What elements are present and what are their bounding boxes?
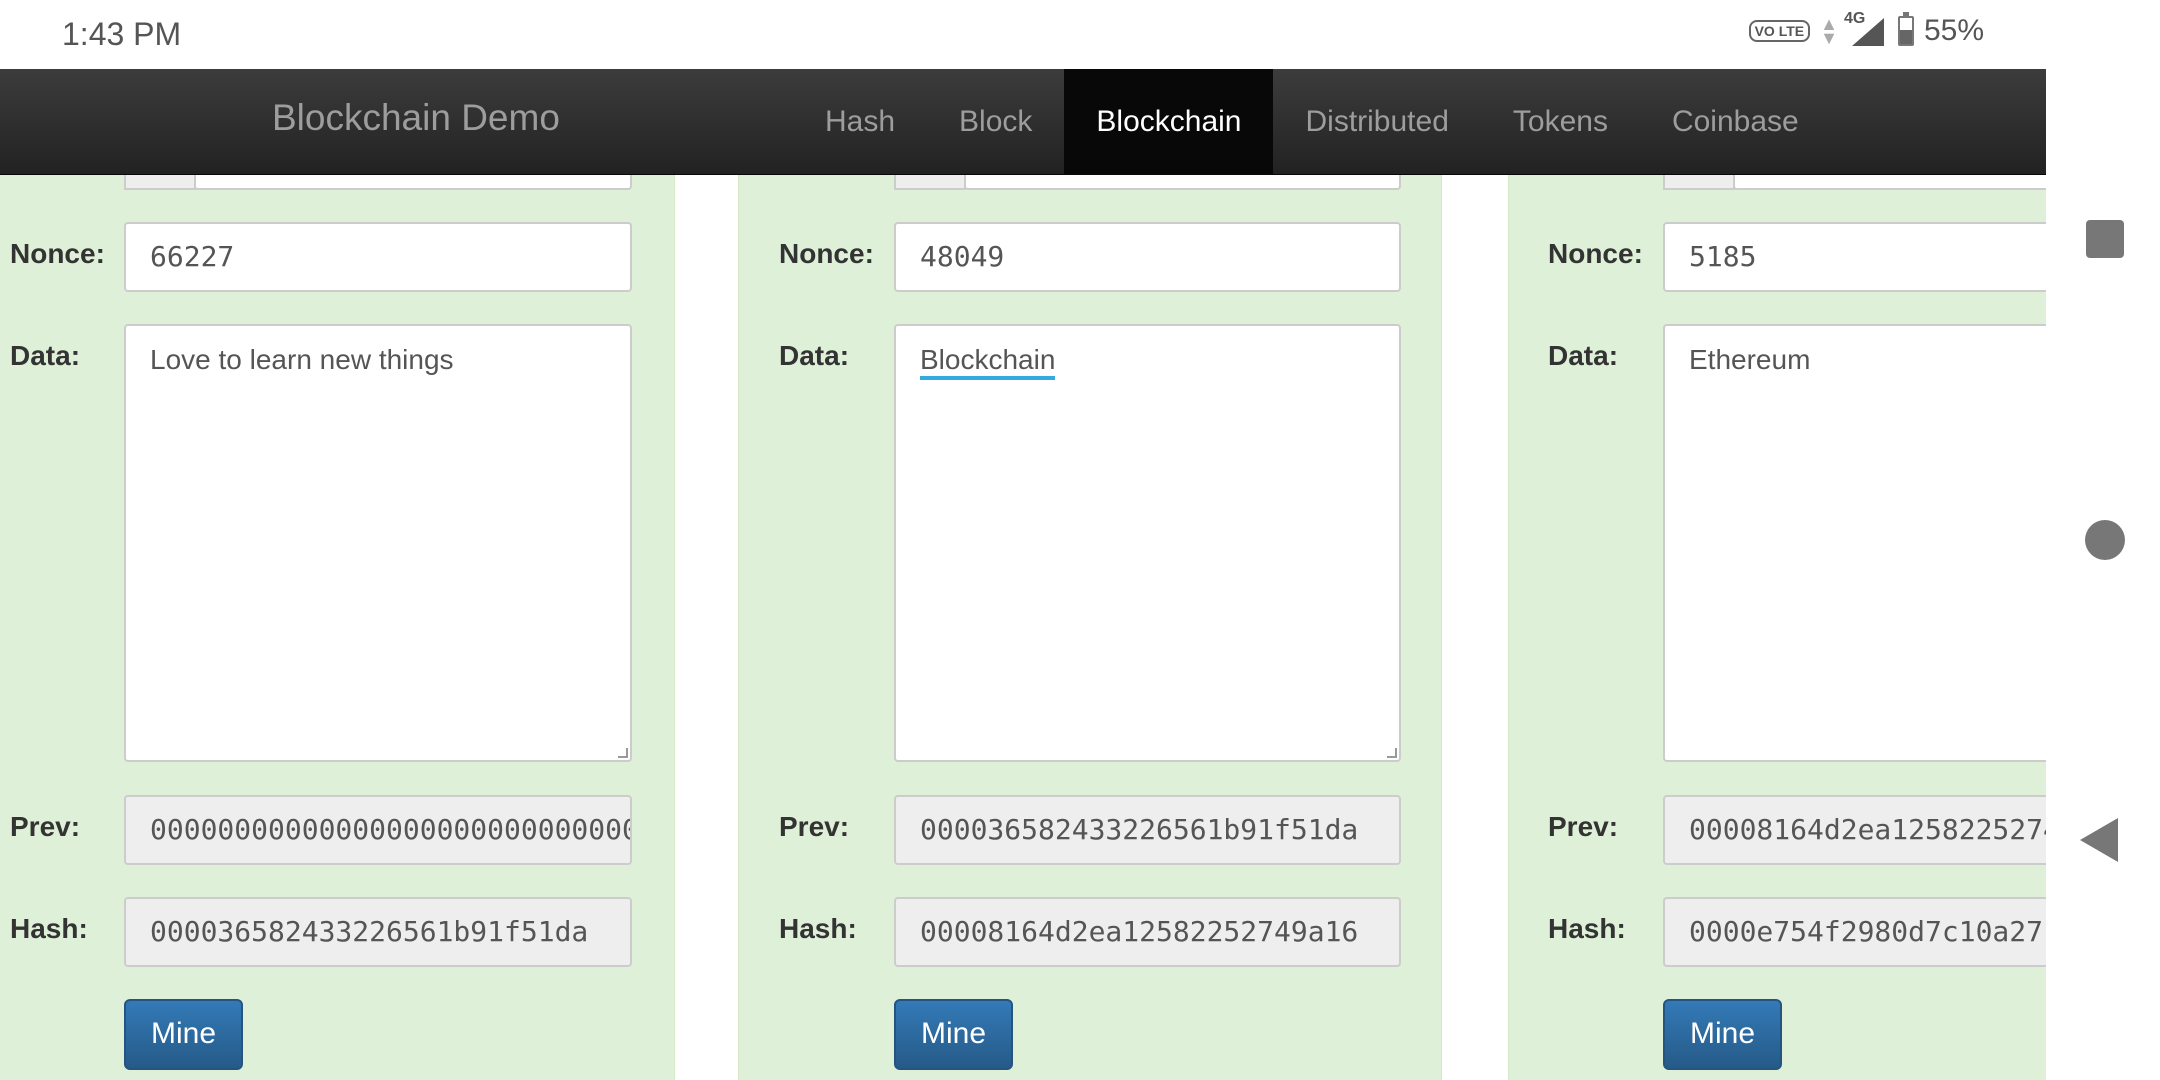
top-navbar: Blockchain Demo Hash Block Blockchain Di… bbox=[0, 69, 2046, 175]
battery-icon bbox=[1897, 12, 1914, 46]
prev-hash-field: 0000000000000000000000000000000000000000… bbox=[124, 795, 632, 865]
network-type-label: 4G bbox=[1843, 10, 1866, 27]
nav-item-tokens[interactable]: Tokens bbox=[1481, 69, 1640, 175]
hash-label: Hash: bbox=[1548, 913, 1626, 944]
hash-label: Hash: bbox=[779, 913, 857, 944]
prev-label: Prev: bbox=[779, 811, 850, 842]
block-number-field[interactable] bbox=[964, 175, 1401, 190]
signal-icon: 4G bbox=[1844, 10, 1888, 48]
data-text: Blockchain bbox=[920, 344, 1056, 380]
block-number-field[interactable] bbox=[194, 175, 632, 190]
data-activity-icon: ▲ ▼ bbox=[1820, 14, 1838, 48]
back-icon[interactable] bbox=[2080, 818, 2118, 862]
resize-handle-icon[interactable] bbox=[1387, 748, 1397, 758]
block-number-addon bbox=[124, 175, 196, 190]
prev-label: Prev: bbox=[1548, 811, 1619, 842]
nonce-input[interactable]: 5185 bbox=[1663, 222, 2046, 292]
hash-field: 000036582433226561b91f51da bbox=[124, 897, 632, 967]
nav-menu: Hash Block Blockchain Distributed Tokens… bbox=[793, 69, 1831, 175]
battery-level-fill bbox=[1899, 29, 1912, 44]
data-textarea[interactable]: Blockchain bbox=[894, 324, 1401, 762]
blockchain-content: Nonce: 66227 Data: Love to learn new thi… bbox=[0, 175, 2046, 1080]
recent-apps-icon[interactable] bbox=[2086, 220, 2124, 258]
data-textarea[interactable]: Love to learn new things bbox=[124, 324, 632, 762]
volte-icon: VO LTE bbox=[1748, 20, 1811, 42]
status-bar: 1:43 PM VO LTE ▲ ▼ 4G 55% bbox=[0, 0, 2046, 69]
nonce-label: Nonce: bbox=[1548, 238, 1643, 269]
block-number-addon bbox=[1663, 175, 1735, 190]
nav-item-coinbase[interactable]: Coinbase bbox=[1640, 69, 1831, 175]
prev-hash-field: 000036582433226561b91f51da bbox=[894, 795, 1401, 865]
status-time: 1:43 PM bbox=[62, 16, 182, 52]
data-text: Love to learn new things bbox=[150, 344, 454, 375]
data-label: Data: bbox=[1548, 340, 1619, 371]
nav-item-hash[interactable]: Hash bbox=[793, 69, 927, 175]
status-icons: VO LTE ▲ ▼ 4G 55% bbox=[1748, 10, 1984, 48]
nav-item-distributed[interactable]: Distributed bbox=[1273, 69, 1480, 175]
prev-hash-field: 00008164d2ea12582252749a16 bbox=[1663, 795, 2046, 865]
hash-field: 0000e754f2980d7c10a27 bbox=[1663, 897, 2046, 967]
data-label: Data: bbox=[779, 340, 850, 371]
nonce-input[interactable]: 66227 bbox=[124, 222, 632, 292]
nav-item-blockchain[interactable]: Blockchain bbox=[1064, 69, 1274, 175]
block-number-field[interactable] bbox=[1733, 175, 2046, 190]
brand-link[interactable]: Blockchain Demo bbox=[272, 97, 560, 139]
block-number-addon bbox=[894, 175, 966, 190]
nav-item-block[interactable]: Block bbox=[927, 69, 1064, 175]
nonce-label: Nonce: bbox=[779, 238, 874, 269]
resize-handle-icon[interactable] bbox=[618, 748, 628, 758]
mine-button[interactable]: Mine bbox=[894, 999, 1013, 1070]
battery-percent: 55% bbox=[1923, 14, 1984, 47]
data-label: Data: bbox=[10, 340, 81, 371]
data-textarea[interactable]: Ethereum bbox=[1663, 324, 2046, 762]
data-text: Ethereum bbox=[1689, 344, 1811, 375]
nonce-label: Nonce: bbox=[10, 238, 105, 269]
mine-button[interactable]: Mine bbox=[124, 999, 243, 1070]
nonce-input[interactable]: 48049 bbox=[894, 222, 1401, 292]
hash-label: Hash: bbox=[10, 913, 88, 944]
hash-field: 00008164d2ea12582252749a16 bbox=[894, 897, 1401, 967]
prev-label: Prev: bbox=[10, 811, 81, 842]
mine-button[interactable]: Mine bbox=[1663, 999, 1782, 1070]
home-icon[interactable] bbox=[2085, 520, 2125, 560]
